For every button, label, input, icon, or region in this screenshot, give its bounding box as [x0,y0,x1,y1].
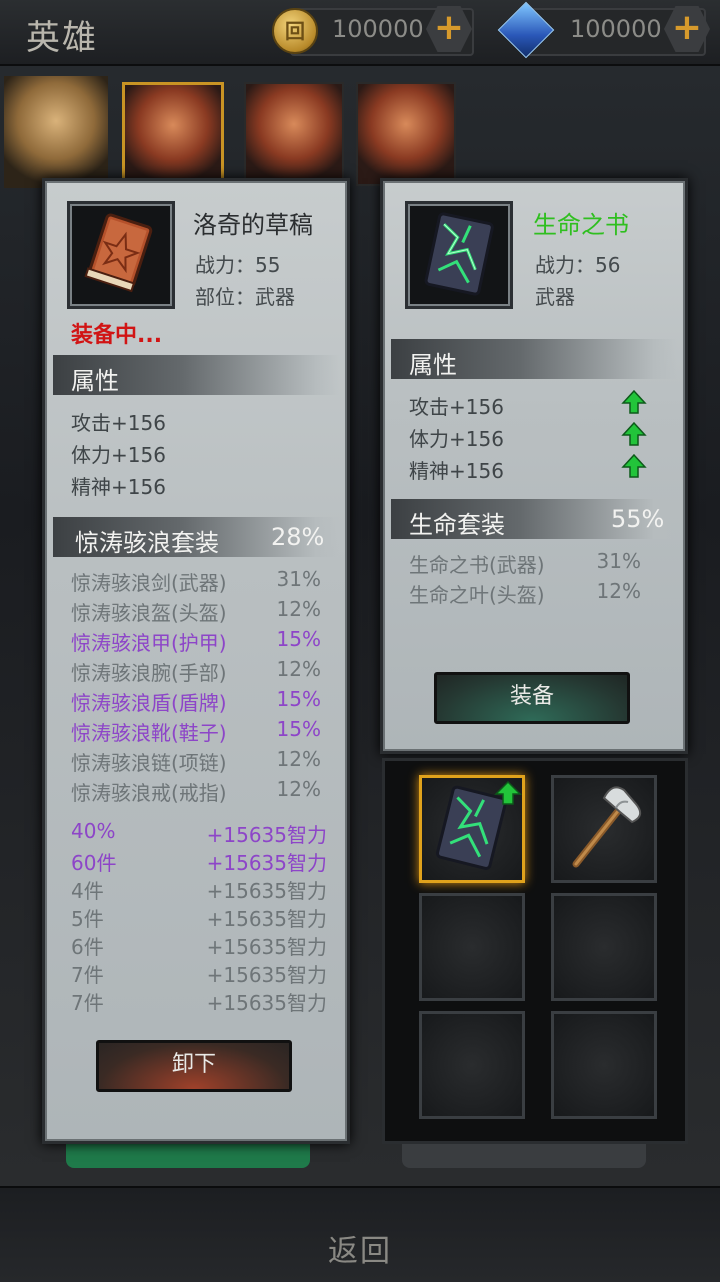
set-row-value: +15635智力 [206,851,327,875]
set-row: 生命之书(武器) 31% [409,549,641,578]
set-row: 惊涛骇浪链(项链) 12% [71,747,321,776]
set-row: 惊涛骇浪腕(手部) 12% [71,657,321,686]
compare-item-panel: 生命之书 战力：56 武器 属性 攻击+156 体力+156 精神+156 生命… [380,178,688,754]
set-row-value: 12% [276,597,321,621]
gem-amount: 100000 [570,15,662,43]
set-row-value: +15635智力 [206,823,327,847]
page-title: 英雄 [26,18,98,58]
equipped-item-power: 战力：55 [195,253,281,277]
set-row: 惊涛骇浪盾(盾牌) 15% [71,687,321,716]
set-row: 40% +15635智力 [71,819,327,847]
compare-set-percent: 55% [611,505,665,533]
set-row: 7件 +15635智力 [71,987,327,1016]
set-row-label: 7件 [71,963,104,987]
set-row-value: 15% [276,717,321,741]
compare-attribute-line: 攻击+156 [409,395,504,419]
inventory-slot-selected[interactable] [419,775,525,883]
attributes-header: 属性 [71,367,119,395]
axe-icon [572,786,642,868]
set-row-label: 惊涛骇浪甲(护甲) [71,631,227,655]
inventory-slot[interactable] [551,775,657,883]
set-row: 6件 +15635智力 [71,931,327,960]
set-row-value: +15635智力 [206,879,327,903]
hero-portrait-main[interactable] [4,76,108,188]
set-row-label: 5件 [71,907,104,931]
set-row: 惊涛骇浪甲(护甲) 15% [71,627,321,656]
gold-amount: 100000 [332,15,424,43]
set-row-value: 12% [596,579,641,603]
set-row: 惊涛骇浪剑(武器) 31% [71,567,321,596]
stat-increase-arrow-icon [621,453,647,478]
set-row-label: 7件 [71,991,104,1015]
set-percent: 28% [271,523,325,551]
set-row-label: 惊涛骇浪盾(盾牌) [71,691,227,715]
inventory-slot-empty[interactable] [419,893,525,1001]
set-row-value: +15635智力 [206,935,327,959]
gold-coin-icon: 回 [272,8,318,54]
compare-attributes-header: 属性 [409,351,457,379]
set-row: 惊涛骇浪靴(鞋子) 15% [71,717,321,746]
compare-attribute-line: 体力+156 [409,427,504,451]
set-row: 惊涛骇浪戒(戒指) 12% [71,777,321,806]
inventory-slot-empty[interactable] [551,1011,657,1119]
set-row: 4件 +15635智力 [71,875,327,904]
set-name: 惊涛骇浪套装 [75,529,219,557]
attribute-line: 攻击+156 [71,411,166,435]
equipped-item-frame [67,201,175,309]
stat-increase-arrow-icon [621,421,647,446]
set-row-label: 生命之叶(头盔) [409,583,545,607]
set-row-value: 12% [276,657,321,681]
attribute-line: 精神+156 [71,475,166,499]
set-row-value: 15% [276,687,321,711]
set-row-label: 4件 [71,879,104,903]
unequip-button[interactable]: 卸下 [96,1040,292,1092]
set-row-value: +15635智力 [206,963,327,987]
set-row: 惊涛骇浪盔(头盔) 12% [71,597,321,626]
compare-item-frame [405,201,513,309]
hero-portrait-selected[interactable] [122,82,224,188]
set-row-value: +15635智力 [206,907,327,931]
equip-button[interactable]: 装备 [434,672,630,724]
set-row-value: 12% [276,747,321,771]
set-row-label: 惊涛骇浪靴(鞋子) [71,721,227,745]
set-row-label: 惊涛骇浪剑(武器) [71,571,227,595]
set-row-label: 惊涛骇浪链(项链) [71,751,227,775]
set-row-value: 12% [276,777,321,801]
set-row: 60件 +15635智力 [71,847,327,876]
equipped-status: 装备中... [71,323,163,348]
inventory-slot-empty[interactable] [419,1011,525,1119]
stat-increase-arrow-icon [621,389,647,414]
set-row-label: 6件 [71,935,104,959]
red-book-icon [84,213,153,293]
set-row-label: 惊涛骇浪盔(头盔) [71,601,227,625]
compare-item-power: 战力：56 [535,253,621,277]
equipped-item-slot: 部位：武器 [195,285,295,309]
inventory-slot-empty[interactable] [551,893,657,1001]
hero-portrait[interactable] [356,82,456,186]
set-row-label: 惊涛骇浪腕(手部) [71,661,227,685]
set-row-value: 31% [596,549,641,573]
set-row: 7件 +15635智力 [71,959,327,988]
set-row-label: 60件 [71,851,117,875]
compare-attribute-line: 精神+156 [409,459,504,483]
set-row-label: 40% [71,819,116,843]
green-book-icon [435,780,522,870]
equipped-item-name: 洛奇的草稿 [193,211,313,239]
compare-set-name: 生命套装 [409,511,505,539]
hero-portrait[interactable] [244,82,344,186]
set-row-label: 生命之书(武器) [409,553,545,577]
set-row-label: 惊涛骇浪戒(戒指) [71,781,227,805]
compare-item-name: 生命之书 [533,211,629,239]
attribute-line: 体力+156 [71,443,166,467]
set-row-value: 31% [276,567,321,591]
compare-item-slot: 武器 [535,285,575,309]
set-row-value: +15635智力 [206,991,327,1015]
back-button[interactable]: 返回 [0,1226,720,1270]
set-row: 生命之叶(头盔) 12% [409,579,641,608]
green-book-icon [424,212,494,296]
set-row-value: 15% [276,627,321,651]
equipped-item-panel: 洛奇的草稿 战力：55 部位：武器 装备中... 属性 攻击+156 体力+15… [42,178,350,1144]
set-row: 5件 +15635智力 [71,903,327,932]
inventory-grid [382,758,688,1144]
